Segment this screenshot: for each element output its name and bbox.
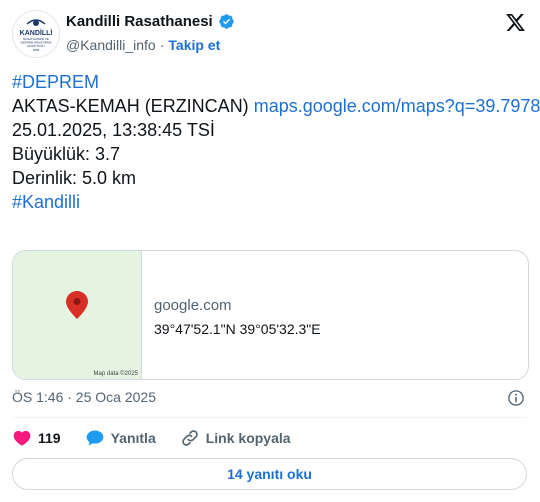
avatar[interactable]: KANDİLLİ RASATHANESİ VE DEPREM ARAŞTIRMA… (12, 10, 60, 58)
copy-link-label: Link kopyala (205, 430, 291, 446)
info-icon[interactable] (507, 389, 525, 407)
tweet-embed: KANDİLLİ RASATHANESİ VE DEPREM ARAŞTIRMA… (0, 0, 540, 502)
divider (12, 417, 527, 418)
svg-text:1868: 1868 (33, 48, 40, 52)
depth-text: Derinlik: 5.0 km (12, 168, 137, 188)
like-button[interactable]: 119 (12, 428, 61, 448)
heart-icon (13, 430, 31, 446)
x-logo-icon[interactable] (505, 12, 526, 33)
tweet-text: #DEPREM AKTAS-KEMAH (ERZINCAN) maps.goog… (12, 70, 540, 214)
read-replies-button[interactable]: 14 yanıtı oku (12, 458, 527, 490)
map-credit: Map data ©2025 (93, 371, 138, 377)
map-link[interactable]: maps.google.com/maps?q=39.7978… (254, 96, 540, 116)
author-name-row: Kandilli Rasathanesi (66, 13, 235, 30)
map-pin-icon (66, 291, 88, 319)
handle-row: @Kandilli_info · Takip et (66, 37, 220, 53)
author-handle[interactable]: @Kandilli_info (66, 37, 156, 53)
link-preview-card[interactable]: Map data ©2025 google.com 39°47'52.1"N 3… (12, 250, 529, 380)
location-text: AKTAS-KEMAH (ERZINCAN) (12, 96, 249, 116)
logo-title: KANDİLLİ (20, 29, 53, 37)
verified-badge-icon (218, 14, 234, 29)
like-count: 119 (38, 430, 61, 446)
action-bar: 119 Yanıtla Link kopyala (12, 428, 315, 448)
hashtag-kandilli[interactable]: #Kandilli (12, 192, 80, 212)
card-coordinates: 39°47'52.1"N 39°05'32.3"E (154, 321, 321, 337)
separator-dot: · (159, 37, 165, 53)
datetime-text: 25.01.2025, 13:38:45 TSİ (12, 120, 215, 140)
kandilli-logo-icon: KANDİLLİ RASATHANESİ VE DEPREM ARAŞTIRMA… (14, 12, 58, 56)
reply-button[interactable]: Yanıtla (85, 428, 156, 448)
map-thumbnail: Map data ©2025 (13, 251, 142, 379)
reply-label: Yanıtla (110, 430, 156, 446)
tweet-timestamp[interactable]: ÖS 1:46 · 25 Oca 2025 (12, 389, 156, 405)
card-domain: google.com (154, 297, 232, 314)
hashtag-deprem[interactable]: #DEPREM (12, 72, 99, 92)
copy-link-button[interactable]: Link kopyala (180, 428, 291, 448)
link-icon (181, 430, 198, 446)
author-name[interactable]: Kandilli Rasathanesi (66, 13, 213, 30)
reply-bubble-icon (86, 430, 103, 446)
magnitude-text: Büyüklük: 3.7 (12, 144, 121, 164)
follow-button[interactable]: Takip et (168, 37, 220, 53)
